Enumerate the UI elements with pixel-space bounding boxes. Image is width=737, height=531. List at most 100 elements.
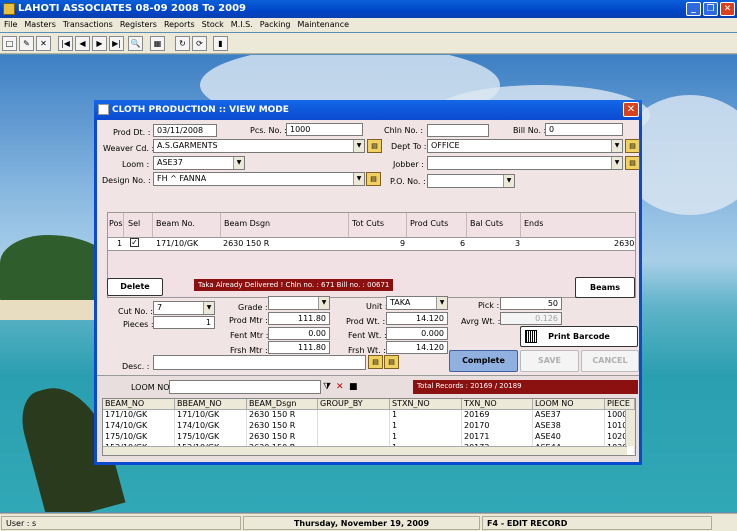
cell-tot-cuts: 9 — [400, 239, 406, 248]
first-record-icon[interactable]: |◀ — [58, 36, 73, 51]
chln-no-field[interactable] — [427, 124, 489, 137]
pieces-label: Pieces : — [123, 320, 154, 329]
exit-icon[interactable]: ▮ — [213, 36, 228, 51]
frsh-mtr-field[interactable]: 111.80 — [268, 341, 330, 354]
cut-no-label: Cut No. : — [118, 307, 153, 316]
desc-field[interactable] — [153, 355, 366, 370]
grade-select[interactable]: ▼ — [268, 296, 330, 310]
weaver-value: A.S.GARMENTS — [157, 141, 218, 150]
menu-packing[interactable]: Packing — [256, 18, 294, 29]
jobber-select[interactable]: ▼ — [427, 156, 623, 170]
fent-mtr-field[interactable]: 0.00 — [268, 327, 330, 340]
loom-select[interactable]: ASE37 ▼ — [153, 156, 245, 170]
table-row[interactable]: 174/10/GK 174/10/GK 2630 150 R 1 20170 ASE38 1… — [103, 421, 635, 432]
complete-button[interactable]: Complete — [449, 350, 518, 372]
loom-no-filter[interactable] — [169, 380, 321, 394]
weaver-label: Weaver Cd. : — [103, 144, 155, 153]
unit-label: Unit : — [366, 302, 388, 311]
dialog-title: CLOTH PRODUCTION :: VIEW MODE — [112, 105, 289, 115]
menu-registers[interactable]: Registers — [116, 18, 160, 29]
unit-select[interactable]: TAKA ▼ — [386, 296, 448, 310]
col-stxn-no: STXN_NO — [390, 399, 462, 410]
save-button: SAVE — [520, 350, 579, 372]
design-label: Design No. : — [102, 176, 151, 185]
design-lookup-icon[interactable]: ▤ — [366, 172, 381, 186]
design-value: FH ^ FANNA — [157, 174, 207, 183]
prev-record-icon[interactable]: ◀ — [75, 36, 90, 51]
reload-icon[interactable]: ⟳ — [192, 36, 207, 51]
frsh-wt-field[interactable]: 14.120 — [386, 341, 448, 354]
status-date: Thursday, November 19, 2009 — [243, 516, 480, 530]
chevron-down-icon: ▼ — [353, 173, 364, 185]
bill-no-field[interactable]: 0 — [545, 123, 623, 136]
table-cell: ASE40 — [533, 432, 605, 443]
dept-lookup-icon[interactable]: ▤ — [625, 139, 640, 153]
status-bar: User : s Thursday, November 19, 2009 F4 … — [0, 513, 737, 531]
prod-mtr-field[interactable]: 111.80 — [268, 312, 330, 325]
menu-stock[interactable]: Stock — [198, 18, 227, 29]
menu-reports[interactable]: Reports — [160, 18, 198, 29]
next-record-icon[interactable]: ▶ — [92, 36, 107, 51]
table-row[interactable]: 175/10/GK 175/10/GK 2630 150 R 1 20171 ASE40 1… — [103, 432, 635, 443]
col-sel: Sel — [125, 213, 153, 237]
filter-icon[interactable]: ⧩ — [323, 382, 331, 392]
chevron-down-icon: ▼ — [353, 140, 364, 152]
table-cell — [318, 410, 390, 421]
edit-icon[interactable]: ✎ — [19, 36, 34, 51]
delete-button[interactable]: Delete — [107, 278, 163, 296]
dept-to-value: OFFICE — [431, 141, 460, 150]
menu-maintenance[interactable]: Maintenance — [294, 18, 353, 29]
vertical-scrollbar[interactable] — [625, 410, 635, 446]
po-select[interactable]: ▼ — [427, 174, 515, 188]
fent-wt-field[interactable]: 0.000 — [386, 327, 448, 340]
desc-folder-icon[interactable]: ▤ — [384, 355, 399, 369]
col-bbeam-no: BBEAM_NO — [175, 399, 247, 410]
pcs-no-field[interactable]: 1000 — [286, 123, 363, 136]
refresh-icon[interactable]: ↻ — [175, 36, 190, 51]
menu-masters[interactable]: Masters — [20, 18, 59, 29]
last-record-icon[interactable]: ▶| — [109, 36, 124, 51]
col-tot-cuts: Tot Cuts — [349, 213, 407, 237]
table-row[interactable]: 171/10/GK 171/10/GK 2630 150 R 1 20169 ASE37 1… — [103, 410, 635, 421]
maximize-button[interactable]: ❐ — [703, 2, 718, 16]
clear-filter-icon[interactable]: ✕ — [336, 382, 344, 392]
beams-button[interactable]: Beams — [575, 277, 635, 298]
cut-no-select[interactable]: 7 ▼ — [153, 301, 215, 315]
pick-field[interactable]: 50 — [500, 297, 562, 310]
menu-mis[interactable]: M.I.S. — [227, 18, 256, 29]
table-cell: 1 — [390, 421, 462, 432]
dept-to-select[interactable]: OFFICE ▼ — [427, 139, 623, 153]
jobber-lookup-icon[interactable]: ▤ — [625, 156, 640, 170]
print-barcode-button[interactable]: Print Barcode — [520, 326, 638, 347]
dialog-close-button[interactable]: ✕ — [623, 102, 639, 117]
col-bal-cuts: Bal Cuts — [467, 213, 521, 237]
find-icon[interactable]: 🔍 — [128, 36, 143, 51]
records-list-area: LOOM NO ⧩ ✕ ■ Total Records : 20169 / 20… — [97, 375, 639, 462]
design-select[interactable]: FH ^ FANNA ▼ — [153, 172, 365, 186]
menu-file[interactable]: File — [0, 18, 20, 29]
prod-dt-field[interactable]: 03/11/2008 — [153, 124, 217, 137]
prod-wt-field[interactable]: 14.120 — [386, 312, 448, 325]
new-icon[interactable]: □ — [2, 36, 17, 51]
weaver-select[interactable]: A.S.GARMENTS ▼ — [153, 139, 365, 153]
pieces-field[interactable]: 1 — [153, 316, 215, 329]
minimize-button[interactable]: _ — [686, 2, 701, 16]
loom-value: ASE37 — [157, 158, 183, 167]
table-cell: 2630 150 R — [247, 421, 318, 432]
sel-checkbox[interactable]: ✓ — [130, 238, 139, 247]
close-button[interactable]: ✕ — [720, 2, 735, 16]
table-cell: 174/10/GK — [175, 421, 247, 432]
horizontal-scrollbar[interactable] — [103, 446, 627, 455]
avrg-wt-label: Avrg Wt. : — [461, 317, 501, 326]
table-row[interactable]: 1 ✓ 171/10/GK 2630 150 R 9 6 3 2630 — [108, 237, 635, 251]
fent-wt-label: Fent Wt. : — [348, 331, 387, 340]
calculator-icon[interactable]: ▦ — [150, 36, 165, 51]
weaver-lookup-icon[interactable]: ▤ — [367, 139, 382, 153]
save-filter-icon[interactable]: ■ — [349, 382, 358, 392]
menu-transactions[interactable]: Transactions — [59, 18, 116, 29]
cell-bal-cuts: 3 — [515, 239, 521, 248]
unit-value: TAKA — [390, 298, 411, 307]
desc-lookup-icon[interactable]: ▤ — [368, 355, 383, 369]
delete-icon[interactable]: ✕ — [36, 36, 51, 51]
table-cell: 175/10/GK — [175, 432, 247, 443]
